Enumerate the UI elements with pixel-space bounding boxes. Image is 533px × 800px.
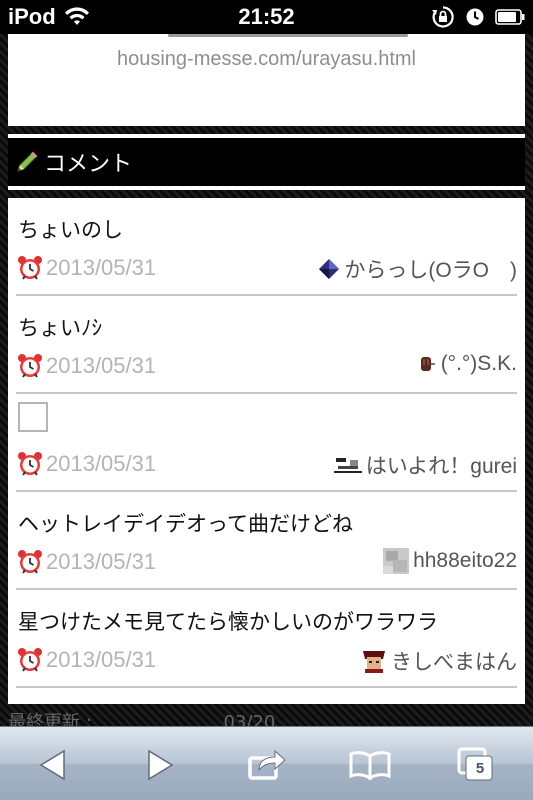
avatar-face-icon <box>361 649 387 673</box>
comment-author[interactable]: はいよれ！gurei <box>333 450 517 480</box>
alarm-clock-icon <box>18 648 42 672</box>
share-icon <box>248 749 286 780</box>
comment-text: ちょいﾉｼ <box>18 316 102 340</box>
comment-date-text: 2013/05/31 <box>46 549 157 574</box>
comment-text: ヘットレイデイデオって曲だけどね <box>18 512 353 536</box>
scroll-indicator <box>168 34 408 37</box>
comment-text: 星つけたメモ見てたら懐かしいのがワラワラ <box>18 610 438 634</box>
status-right <box>431 0 525 34</box>
comment-date: 2013/05/31 <box>16 254 156 282</box>
divider <box>16 686 517 688</box>
back-button[interactable] <box>28 745 78 785</box>
comment-author[interactable]: きしべまはん <box>361 646 517 676</box>
comment-text: ちょいのし <box>18 218 123 242</box>
url-link[interactable]: housing-messe.com/urayasu.html <box>8 48 525 71</box>
comment-date-text: 2013/05/31 <box>46 255 157 280</box>
comment-item: ちょいのし 2013/05/31 からっし(OラO ) <box>8 198 525 296</box>
author-name: はいよれ！gurei <box>365 455 517 478</box>
author-name: きしべまはん <box>391 651 517 674</box>
comments-header: コメント <box>8 134 525 190</box>
share-button[interactable] <box>242 745 292 785</box>
comment-date: 2013/05/31 <box>16 646 156 674</box>
comment-date: 2013/05/31 <box>16 548 156 576</box>
alarm-clock-status-icon <box>466 8 484 26</box>
broken-image-icon <box>18 402 48 432</box>
avatar-hand-icon <box>420 357 435 371</box>
section-title: コメント <box>44 152 133 177</box>
comment-item: ヘットレイデイデオって曲だけどね 2013/05/31 hh88eito22 <box>8 492 525 590</box>
alarm-clock-icon <box>18 550 42 574</box>
comment-date-text: 2013/05/31 <box>46 647 157 672</box>
author-name: からっし(OラO ) <box>344 259 517 282</box>
status-bar: iPod 21:52 <box>0 0 533 34</box>
tabs-button[interactable]: 5 <box>452 745 502 785</box>
last-updated-text: 最終更新 : 03/20 <box>8 712 276 726</box>
comment-item: ちょいﾉｼ 2013/05/31 (°.°)S.K. <box>8 296 525 394</box>
author-name: (°.°)S.K. <box>440 352 517 375</box>
url-box: housing-messe.com/urayasu.html <box>8 34 525 126</box>
comment-date: 2013/05/31 <box>16 450 156 478</box>
comment-author[interactable]: (°.°)S.K. <box>415 352 517 376</box>
avatar-blur-icon <box>383 548 410 574</box>
forward-button[interactable] <box>135 745 185 785</box>
alarm-clock-icon <box>18 256 42 280</box>
comment-item: 2013/05/31 はいよれ！gurei <box>8 394 525 492</box>
comment-date-text: 2013/05/31 <box>46 451 157 476</box>
web-page: housing-messe.com/urayasu.html コメント ちょいの… <box>8 34 525 704</box>
pencil-icon <box>17 151 38 172</box>
back-icon <box>39 749 65 781</box>
browser-toolbar: 5 <box>0 726 533 800</box>
orientation-lock-icon <box>432 6 454 28</box>
comment-item: 星つけたメモ見てたら懐かしいのがワラワラ 2013/05/31 きしべまはん <box>8 590 525 688</box>
alarm-clock-icon <box>18 452 42 476</box>
tab-count-label: 5 <box>475 759 485 777</box>
battery-icon <box>495 9 525 25</box>
comment-author[interactable]: からっし(OラO ) <box>318 254 517 284</box>
bookmarks-icon <box>349 751 391 780</box>
comment-author[interactable]: hh88eito22 <box>383 548 517 574</box>
forward-icon <box>148 749 174 781</box>
author-name: hh88eito22 <box>413 549 517 572</box>
bookmarks-button[interactable] <box>345 745 395 785</box>
alarm-clock-icon <box>18 354 42 378</box>
comment-list: ちょいのし 2013/05/31 からっし(OラO ) ちょいﾉｼ 2013/0… <box>8 198 525 704</box>
diamond-icon <box>319 259 340 279</box>
comment-date: 2013/05/31 <box>16 352 156 380</box>
comment-date-text: 2013/05/31 <box>46 353 157 378</box>
avatar-figure-icon <box>333 456 362 474</box>
